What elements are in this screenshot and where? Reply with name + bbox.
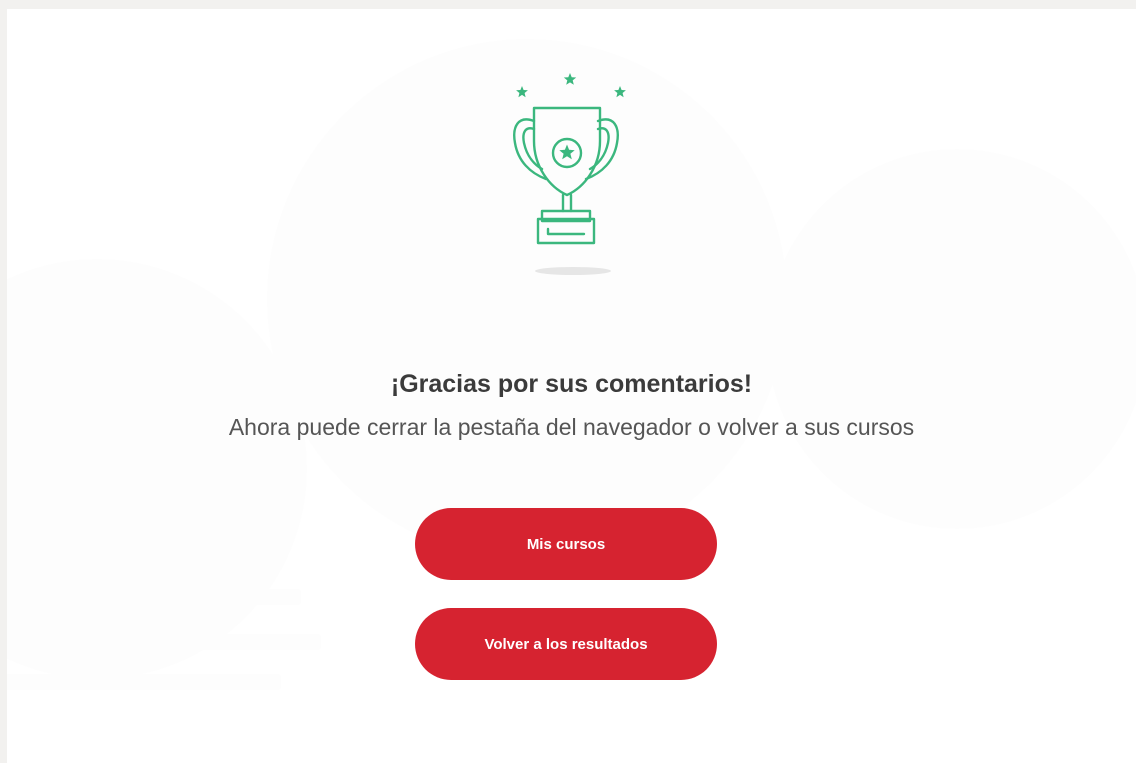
trophy-icon bbox=[513, 73, 626, 275]
feedback-message: Ahora puede cerrar la pestaña del navega… bbox=[228, 414, 915, 440]
modal-frame: ¡Gracias por sus comentarios! Ahora pued… bbox=[7, 9, 1136, 763]
feedback-title: ¡Gracias por sus comentarios! bbox=[390, 370, 753, 398]
back-to-results-button[interactable]: Volver a los resultados bbox=[415, 608, 717, 680]
feedback-confirmation: ¡Gracias por sus comentarios! Ahora pued… bbox=[7, 9, 1136, 763]
my-courses-button[interactable]: Mis cursos bbox=[415, 508, 717, 580]
